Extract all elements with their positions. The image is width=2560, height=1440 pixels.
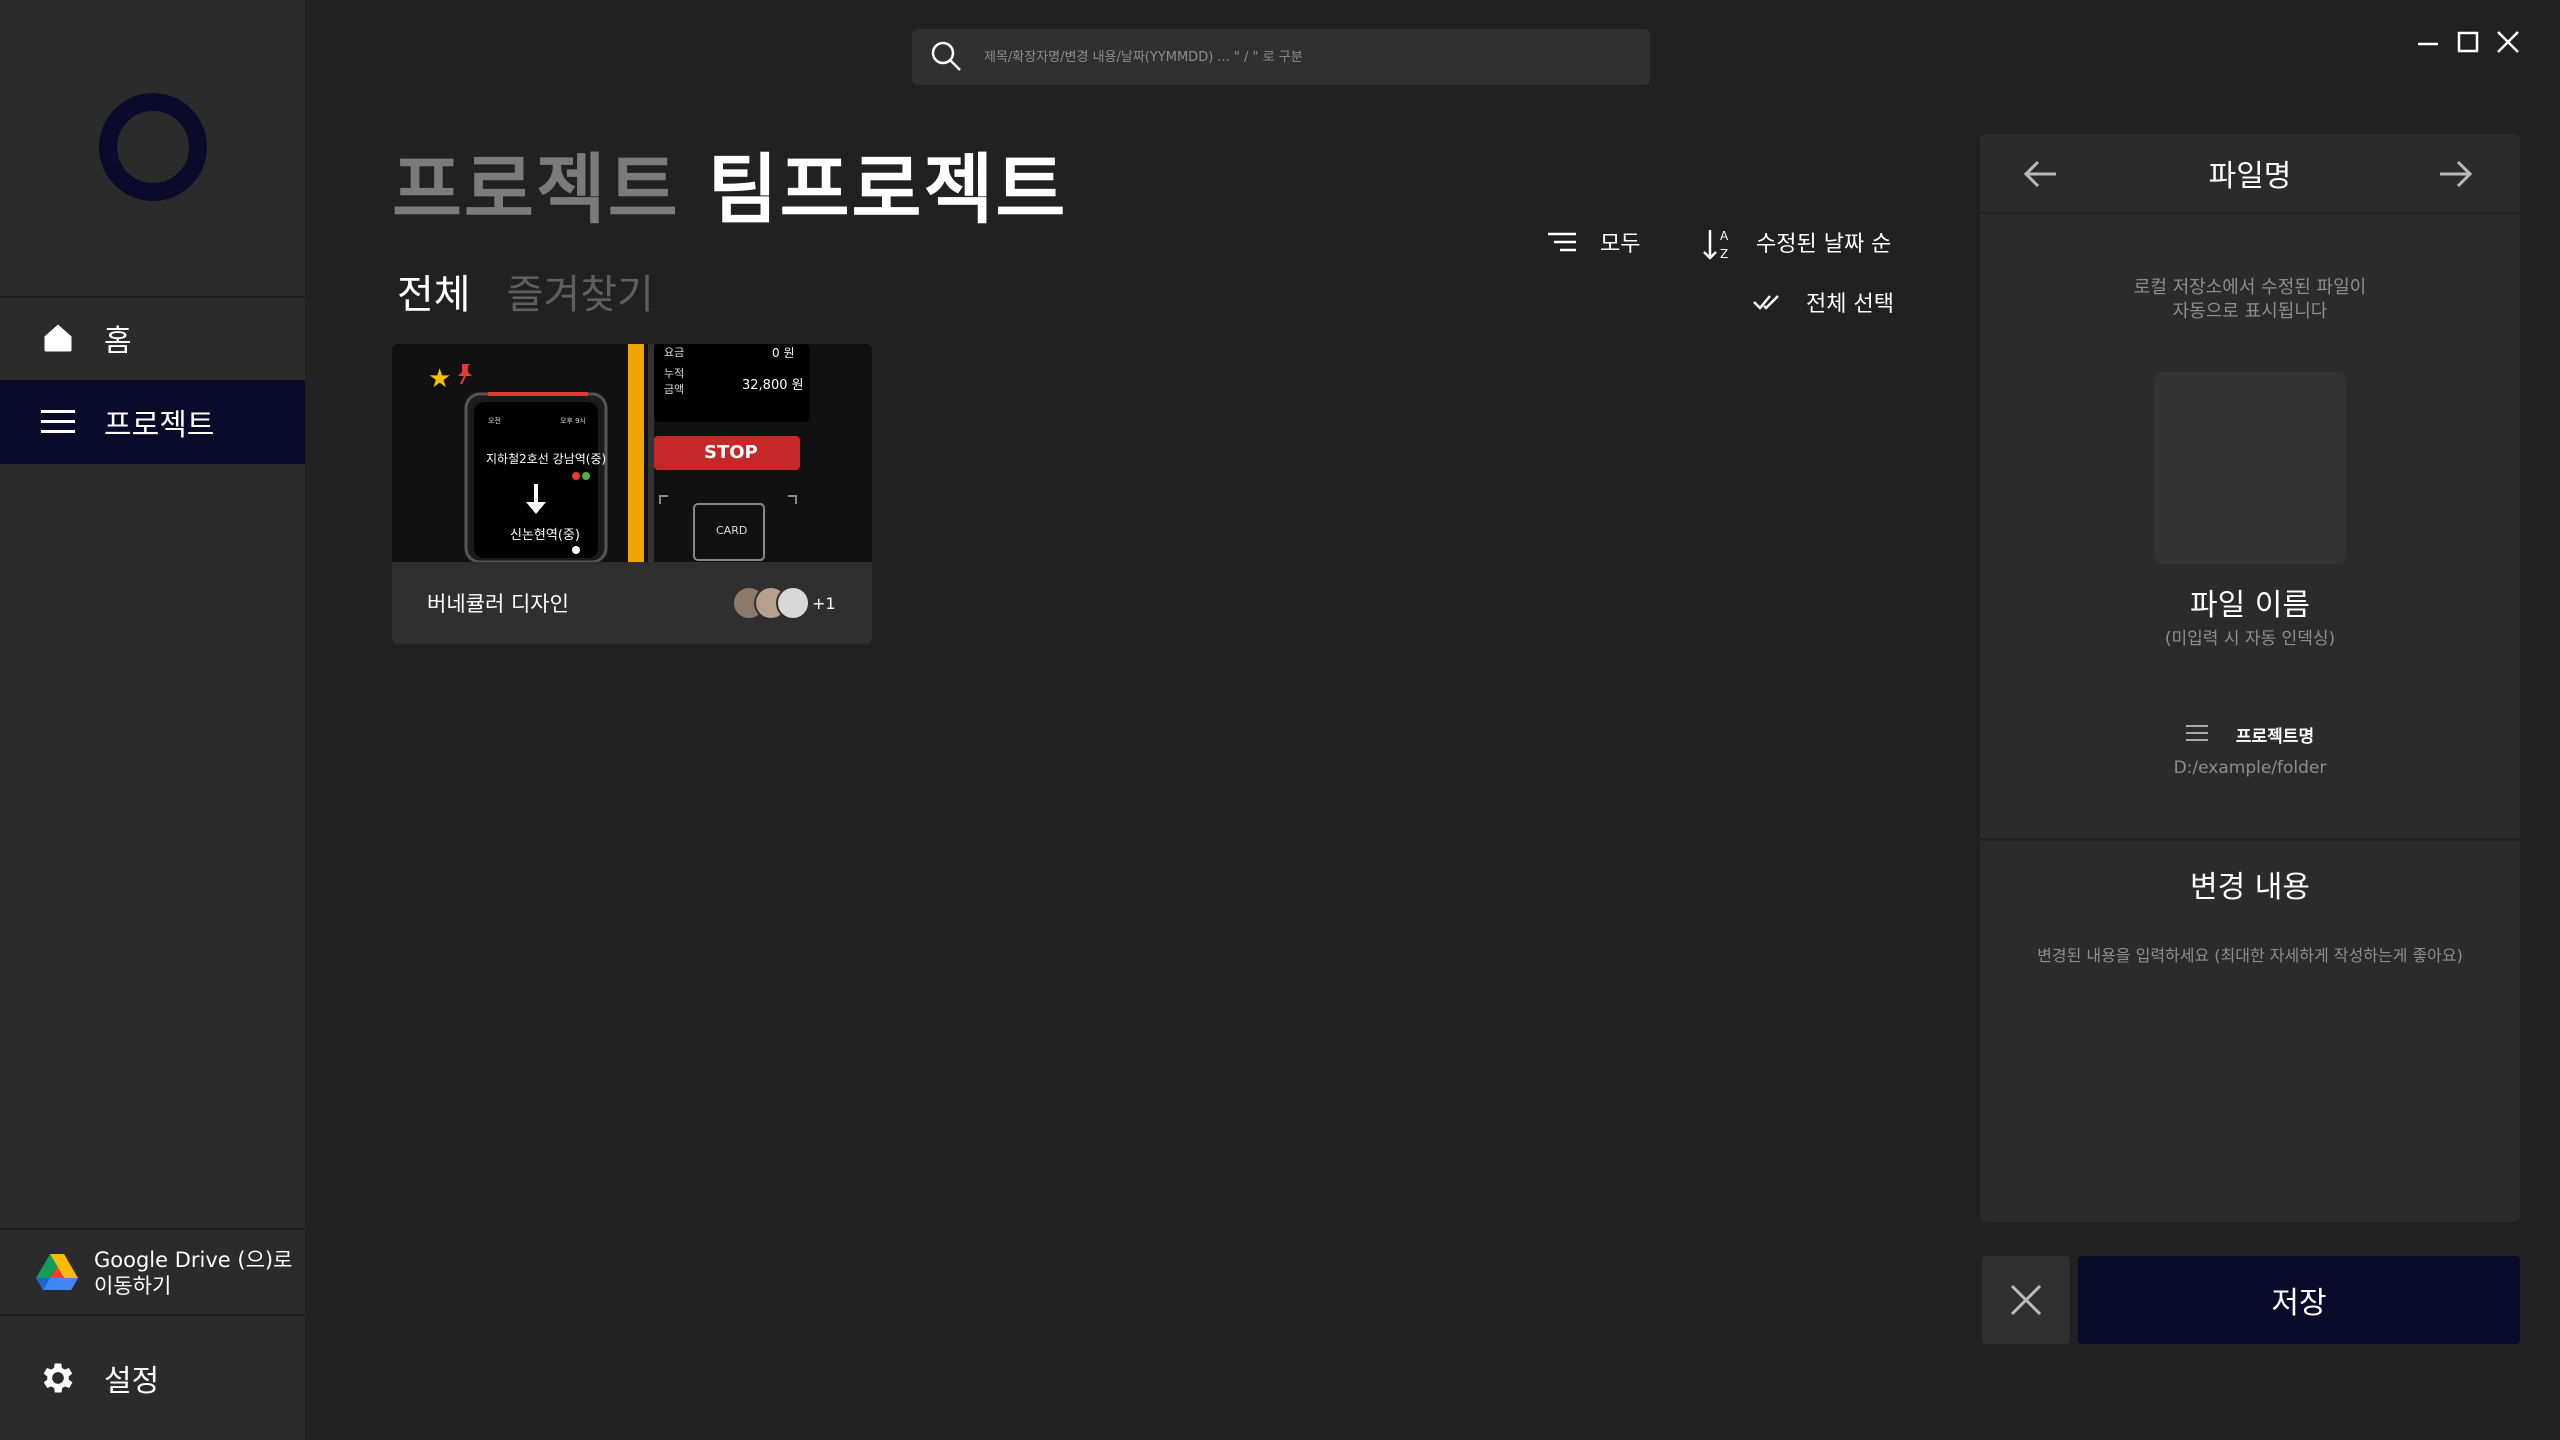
thumb-total-value: 32,800 원	[742, 378, 804, 393]
maximize-icon	[2457, 31, 2479, 53]
sidebar: 홈 프로젝트 Google Drive (으)로 이동하기 설정	[0, 0, 305, 1440]
gear-icon	[38, 1358, 78, 1398]
project-name: 버네큘러 디자인	[427, 592, 569, 616]
search-bar	[912, 29, 1650, 85]
close-icon	[2497, 31, 2519, 53]
tab-favorites[interactable]: 즐겨찾기	[507, 262, 654, 320]
thumb-time-left: 오전	[488, 417, 501, 425]
search-input[interactable]	[984, 49, 1650, 65]
sidebar-item-label: 홈	[104, 324, 132, 359]
filter-label: 모두	[1600, 232, 1641, 257]
ring-logo-icon	[99, 93, 207, 201]
google-drive-label: Google Drive (으)로 이동하기	[94, 1248, 293, 1298]
project-selector[interactable]: 프로젝트명	[1980, 722, 2520, 747]
minimize-icon	[2418, 42, 2438, 46]
menu-icon	[2185, 723, 2210, 747]
sidebar-item-label: 프로젝트	[104, 408, 215, 443]
google-drive-button[interactable]: Google Drive (으)로 이동하기	[0, 1232, 305, 1314]
panel-hint: 로컬 저장소에서 수정된 파일이 자동으로 표시됩니다	[2133, 277, 2367, 322]
sidebar-item-projects[interactable]: 프로젝트	[0, 380, 305, 464]
sort-az-icon: AZ	[1702, 226, 1734, 261]
google-drive-icon	[36, 1254, 78, 1292]
file-preview	[2154, 372, 2346, 564]
project-thumbnail: 오전 오후 9시 지하철2호선 강남역(중) 신논현역(중) 요금 0 원 누적…	[392, 344, 872, 562]
thumb-card: CARD	[716, 524, 748, 537]
project-card[interactable]: 오전 오후 9시 지하철2호선 강남역(중) 신논현역(중) 요금 0 원 누적…	[392, 344, 872, 644]
search-icon[interactable]	[930, 40, 964, 74]
cancel-button[interactable]	[1982, 1256, 2070, 1344]
thumb-total-label: 누적 금액	[664, 367, 685, 396]
panel-header: 파일명	[1980, 134, 2520, 214]
panel-divider	[1980, 838, 2520, 841]
thumb-time-right: 오후 9시	[560, 417, 586, 425]
save-button[interactable]: 저장	[2078, 1256, 2520, 1344]
minimize-button[interactable]	[2412, 26, 2444, 58]
panel-title: 파일명	[2208, 159, 2292, 194]
file-name-field[interactable]: 파일 이름	[1980, 580, 2520, 624]
sidebar-item-home[interactable]: 홈	[0, 296, 305, 380]
thumb-next: 신논현역(중)	[510, 528, 580, 543]
close-window-button[interactable]	[2492, 26, 2524, 58]
thumb-stop: STOP	[704, 442, 758, 463]
favorite-star-icon[interactable]: ★	[428, 364, 451, 394]
select-all-button[interactable]: 전체 선택	[1752, 286, 1894, 318]
filter-button[interactable]: 모두	[1546, 226, 1640, 258]
home-icon	[38, 318, 78, 358]
page-title: 프로젝트 팀프로젝트	[392, 128, 1067, 238]
tab-bar: 전체 즐겨찾기	[397, 262, 690, 320]
thumb-line: 지하철2호선 강남역(중)	[486, 452, 607, 466]
next-arrow-icon[interactable]	[2436, 154, 2476, 194]
menu-icon	[38, 402, 78, 442]
thumb-fare-label: 요금	[664, 346, 685, 359]
project-name-label: 프로젝트명	[2235, 727, 2315, 747]
avatar	[776, 586, 810, 620]
svg-text:A: A	[1720, 229, 1729, 243]
double-check-icon	[1752, 286, 1784, 318]
breadcrumb-projects[interactable]: 프로젝트	[392, 128, 680, 238]
member-avatars[interactable]	[732, 586, 810, 620]
sort-button[interactable]: AZ 수정된 날짜 순	[1702, 226, 1892, 261]
change-description-input[interactable]	[2010, 942, 2490, 1202]
change-title: 변경 내용	[2190, 870, 2310, 905]
tab-all[interactable]: 전체	[397, 262, 471, 320]
filter-icon	[1546, 226, 1578, 258]
pin-icon[interactable]	[456, 364, 472, 385]
thumb-fare-value: 0 원	[772, 346, 795, 360]
file-detail-panel: 파일명 로컬 저장소에서 수정된 파일이 자동으로 표시됩니다 파일 이름 (미…	[1980, 134, 2520, 1222]
sidebar-item-settings[interactable]: 설정	[0, 1336, 305, 1420]
card-footer: 버네큘러 디자인 +1	[392, 562, 872, 644]
sidebar-item-label: 설정	[104, 1364, 160, 1399]
maximize-button[interactable]	[2452, 26, 2484, 58]
sidebar-divider	[0, 1228, 305, 1230]
file-name-sub: (미입력 시 자동 인덱싱)	[2164, 629, 2336, 649]
app-window: 홈 프로젝트 Google Drive (으)로 이동하기 설정 제목/확장자명…	[0, 0, 2560, 1440]
members-more-count: +1	[812, 594, 836, 613]
svg-text:Z: Z	[1720, 247, 1728, 261]
breadcrumb-current: 팀프로젝트	[707, 145, 1068, 234]
select-all-label: 전체 선택	[1806, 292, 1894, 317]
prev-arrow-icon[interactable]	[2020, 154, 2060, 194]
sort-label: 수정된 날짜 순	[1756, 232, 1892, 257]
close-icon	[2010, 1284, 2042, 1316]
sidebar-divider	[0, 1314, 305, 1316]
folder-path: D:/example/folder	[2173, 758, 2327, 778]
